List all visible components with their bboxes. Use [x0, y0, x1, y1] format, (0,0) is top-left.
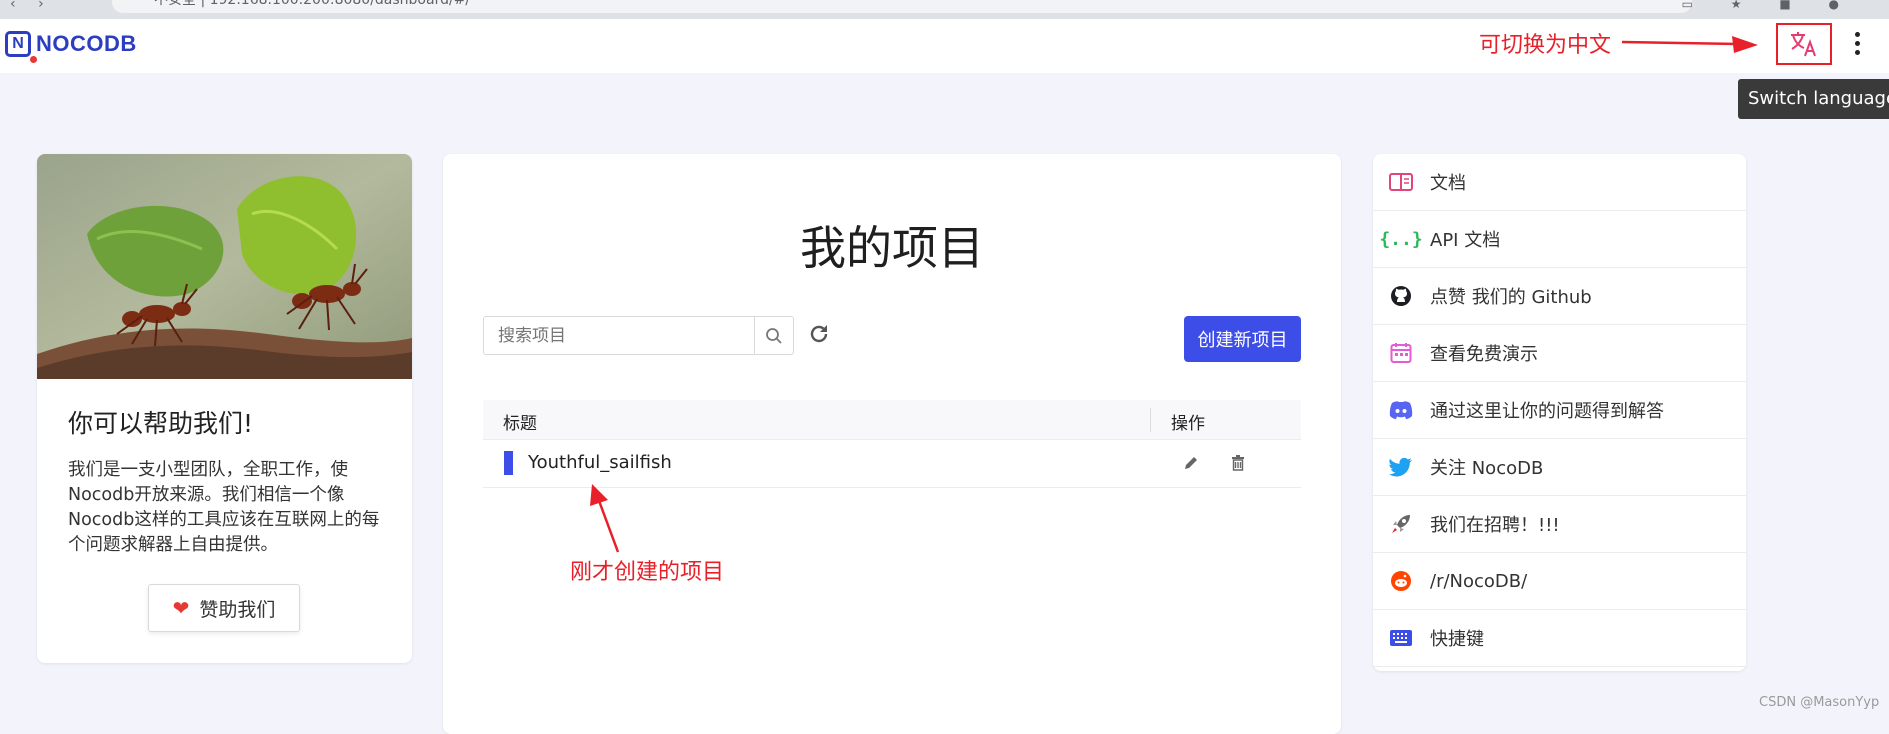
- link-label: 快捷键: [1430, 629, 1484, 650]
- sponsor-button[interactable]: ❤ 赞助我们: [148, 584, 300, 632]
- nocodb-logo[interactable]: N NOCODB: [5, 31, 137, 63]
- link-label: 通过这里让你的问题得到解答: [1430, 401, 1664, 422]
- heart-icon: ❤: [172, 596, 190, 620]
- edit-icon[interactable]: [1183, 455, 1199, 471]
- search-button[interactable]: [754, 316, 794, 355]
- refresh-icon[interactable]: [807, 322, 831, 346]
- discord-icon: [1388, 397, 1414, 423]
- column-divider: [1150, 408, 1151, 432]
- search-icon: [766, 327, 782, 344]
- link-discord[interactable]: 通过这里让你的问题得到解答: [1373, 382, 1746, 439]
- link-demo[interactable]: 查看免费演示: [1373, 325, 1746, 382]
- link-careers[interactable]: 我们在招聘！!!!: [1373, 496, 1746, 553]
- help-title: 你可以帮助我们!: [68, 409, 254, 438]
- link-api-docs[interactable]: {..} API 文档: [1373, 211, 1746, 268]
- address-bar[interactable]: 不安全 | 192.168.100.200:8080/dashboard/#/: [112, 0, 1692, 13]
- profile-icon[interactable]: ●: [1829, 0, 1839, 11]
- column-title: 标题: [503, 414, 537, 434]
- link-label: 我们在招聘！!!!: [1430, 515, 1560, 536]
- project-color-marker: [504, 451, 513, 475]
- browser-toolbar: ‹ › 不安全 | 192.168.100.200:8080/dashboard…: [0, 0, 1889, 19]
- link-label: 文档: [1430, 173, 1466, 194]
- twitter-icon: [1388, 454, 1414, 480]
- table-row[interactable]: Youthful_sailfish: [483, 440, 1301, 488]
- annotation-arrow-right-icon: [1621, 36, 1758, 53]
- link-shortcuts[interactable]: 快捷键: [1373, 610, 1746, 667]
- link-label: 关注 NocoDB: [1430, 458, 1544, 479]
- create-project-button[interactable]: 创建新项目: [1184, 316, 1301, 362]
- help-us-card: 你可以帮助我们! 我们是一支小型团队，全职工作，使Nocodb开放来源。我们相信…: [37, 154, 412, 663]
- browser-actions: ▭ ★ ■ ●: [1648, 0, 1839, 11]
- projects-panel: 我的项目 创建新项目 标题 操作 Youthful_sailfish: [443, 154, 1341, 734]
- calendar-icon: [1388, 340, 1414, 366]
- logo-dot: [30, 56, 37, 63]
- extensions-icon[interactable]: ■: [1779, 0, 1790, 11]
- install-icon[interactable]: ▭: [1682, 0, 1693, 11]
- help-description: 我们是一支小型团队，全职工作，使Nocodb开放来源。我们相信一个像Nocodb…: [68, 460, 380, 555]
- annotation-switch-language: 可切换为中文: [1479, 33, 1612, 58]
- column-actions: 操作: [1171, 414, 1205, 434]
- book-icon: [1388, 169, 1414, 195]
- rocket-icon: [1388, 511, 1414, 537]
- link-label: 点赞 我们的 Github: [1430, 287, 1592, 308]
- github-icon: [1388, 283, 1414, 309]
- star-icon[interactable]: ★: [1731, 0, 1742, 11]
- link-github[interactable]: 点赞 我们的 Github: [1373, 268, 1746, 325]
- resources-list: 文档 {..} API 文档 点赞 我们的 Github 查看免费演示 通过这里…: [1373, 154, 1746, 671]
- forward-arrow-icon[interactable]: ›: [38, 0, 44, 12]
- switch-language-tooltip: Switch language: [1738, 79, 1889, 119]
- delete-icon[interactable]: [1231, 455, 1245, 471]
- link-label: 查看免费演示: [1430, 344, 1538, 365]
- logo-text: NOCODB: [36, 31, 137, 56]
- browser-nav: ‹ ›: [10, 0, 62, 12]
- sponsor-label: 赞助我们: [199, 598, 276, 621]
- translate-button[interactable]: [1776, 23, 1832, 65]
- link-reddit[interactable]: /r/NocoDB/: [1373, 553, 1746, 610]
- link-twitter[interactable]: 关注 NocoDB: [1373, 439, 1746, 496]
- project-name[interactable]: Youthful_sailfish: [528, 452, 672, 473]
- annotation-project-created: 刚才创建的项目: [570, 560, 725, 585]
- keyboard-icon: [1388, 625, 1414, 651]
- braces-icon: {..}: [1379, 228, 1423, 250]
- link-docs[interactable]: 文档: [1373, 154, 1746, 211]
- page-title: 我的项目: [800, 221, 984, 275]
- translate-icon: [1791, 32, 1816, 57]
- more-menu-icon[interactable]: [1852, 32, 1862, 58]
- ants-illustration: [37, 154, 412, 379]
- reddit-icon: [1388, 568, 1414, 594]
- annotation-arrow-up-icon: [590, 484, 620, 553]
- table-header: 标题 操作: [483, 400, 1301, 440]
- back-arrow-icon[interactable]: ‹: [10, 0, 16, 12]
- watermark: CSDN @MasonYyp: [1759, 695, 1880, 710]
- search-input[interactable]: [483, 316, 755, 355]
- logo-mark: N: [5, 31, 37, 63]
- link-label: API 文档: [1430, 230, 1501, 251]
- logo-letter: N: [12, 35, 24, 52]
- link-label: /r/NocoDB/: [1430, 570, 1528, 592]
